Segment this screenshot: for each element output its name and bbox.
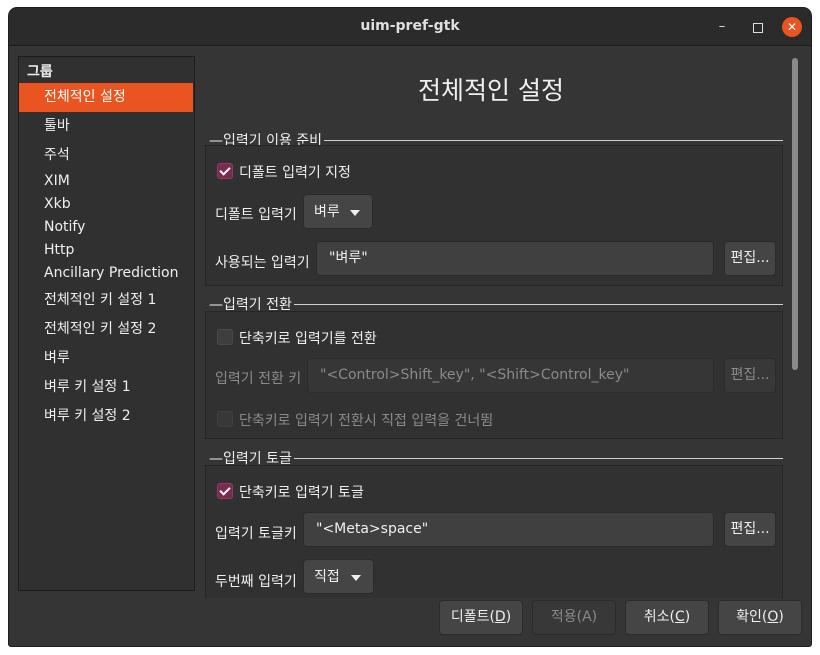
- sidebar-item-global-keys-2[interactable]: 전체적인 키 설정 2: [19, 315, 193, 344]
- sidebar-item-label: 주석: [44, 147, 70, 163]
- skip-direct-checkbox[interactable]: [217, 411, 233, 427]
- default-im-check-label[interactable]: 디폴트 입력기 지정: [239, 162, 351, 182]
- section-switch-panel: 단축키로 입력기를 전환 입력기 전환 키 "<Control>Shift_ke…: [205, 311, 783, 439]
- used-im-edit-button[interactable]: 편집...: [724, 241, 776, 276]
- toggle-key-label: 입력기 토글키: [215, 526, 297, 542]
- second-im-label: 두번째 입력기: [215, 574, 297, 590]
- apply-button[interactable]: 적용(A): [532, 600, 616, 635]
- chevron-down-icon: [351, 575, 361, 581]
- toggle-shortcut-checkbox[interactable]: [217, 483, 233, 499]
- sidebar-item-annotation[interactable]: 주석: [19, 141, 193, 170]
- default-im-label: 디폴트 입력기: [215, 207, 297, 223]
- sidebar-item-byeoru-keys-1[interactable]: 벼루 키 설정 1: [19, 373, 193, 402]
- section-toggle-panel: 단축키로 입력기 토글 입력기 토글키 "<Meta>space" 편집... …: [205, 465, 783, 598]
- cancel-button-end: ): [684, 609, 691, 625]
- ok-button-mnemonic: O: [767, 609, 779, 625]
- used-im-label: 사용되는 입력기: [215, 255, 310, 271]
- sidebar-item-label: 전체적인 키 설정 1: [44, 292, 157, 308]
- toggle-key-edit-button[interactable]: 편집...: [724, 512, 776, 547]
- switch-key-label: 입력기 전환 키: [215, 371, 302, 387]
- switch-key-field[interactable]: "<Control>Shift_key", "<Shift>Control_ke…: [307, 358, 714, 393]
- sidebar-item-label: 전체적인 설정: [44, 89, 126, 105]
- cancel-button-text: 취소(: [643, 609, 675, 625]
- title-bar[interactable]: uim-pref-gtk – ✕: [9, 8, 811, 46]
- sidebar-item-byeoru-keys-2[interactable]: 벼루 키 설정 2: [19, 402, 193, 431]
- sidebar-item-label: XIM: [44, 173, 70, 189]
- default-im-combo[interactable]: 벼루: [303, 194, 373, 229]
- sidebar-item-label: 벼루 키 설정 1: [44, 379, 131, 395]
- sidebar-item-label: 툴바: [44, 118, 70, 134]
- sidebar-item-label: Notify: [44, 219, 86, 235]
- second-im-combo[interactable]: 직접: [303, 559, 374, 594]
- app-window: uim-pref-gtk – ✕ 그룹 전체적인 설정 툴바 주석 XIM Xk…: [9, 8, 811, 646]
- ok-button[interactable]: 확인(O): [718, 600, 802, 635]
- page-title: 전체적인 설정: [418, 76, 564, 105]
- default-im-combo-value: 벼루: [314, 204, 340, 220]
- section-prepare-panel: 디폴트 입력기 지정 디폴트 입력기 벼루 사용되는 입력기 "벼루" 편집..…: [205, 145, 783, 286]
- sidebar-item-label: 벼루: [44, 350, 70, 366]
- second-im-combo-value: 직접: [314, 569, 340, 585]
- maximize-icon: [753, 23, 763, 33]
- sidebar-item-ancillary-prediction[interactable]: Ancillary Prediction: [19, 259, 193, 288]
- defaults-button-text: 디폴트(: [450, 609, 495, 625]
- toggle-shortcut-check-label[interactable]: 단축키로 입력기 토글: [239, 482, 364, 502]
- skip-direct-check-label[interactable]: 단축키로 입력기 전환시 직접 입력을 건너뜀: [239, 410, 493, 430]
- group-list: 그룹 전체적인 설정 툴바 주석 XIM Xkb Notify Http Anc…: [18, 56, 195, 591]
- window-title: uim-pref-gtk: [360, 18, 460, 34]
- cancel-button-mnemonic: C: [674, 609, 685, 625]
- ok-button-text: 확인(: [736, 609, 768, 625]
- sidebar-item-global-keys-1[interactable]: 전체적인 키 설정 1: [19, 286, 193, 315]
- chevron-down-icon: [350, 210, 360, 216]
- group-list-header: 그룹: [27, 64, 53, 80]
- close-button[interactable]: ✕: [782, 17, 802, 37]
- settings-content: 전체적인 설정 —입력기 이용 준비 디폴트 입력기 지정 디폴트 입력기 벼루…: [193, 53, 789, 598]
- default-im-checkbox[interactable]: [217, 163, 233, 179]
- sidebar-item-toolbar[interactable]: 툴바: [19, 112, 193, 141]
- maximize-button[interactable]: [748, 17, 768, 37]
- sidebar-item-label: 전체적인 키 설정 2: [44, 321, 157, 337]
- sidebar-item-label: Ancillary Prediction: [44, 265, 179, 281]
- ok-button-end: ): [778, 609, 784, 625]
- sidebar-item-label: Xkb: [44, 196, 71, 212]
- sidebar-item-byeoru[interactable]: 벼루: [19, 344, 193, 373]
- sidebar-item-global-settings[interactable]: 전체적인 설정: [19, 83, 193, 112]
- defaults-button[interactable]: 디폴트(D): [439, 600, 523, 635]
- defaults-button-end: ): [505, 609, 512, 625]
- sidebar-item-label: Http: [44, 242, 75, 258]
- minimize-button[interactable]: –: [712, 17, 732, 37]
- switch-shortcut-checkbox[interactable]: [217, 329, 233, 345]
- defaults-button-mnemonic: D: [494, 609, 506, 625]
- used-im-field[interactable]: "벼루": [316, 241, 714, 276]
- switch-shortcut-check-label[interactable]: 단축키로 입력기를 전환: [239, 328, 377, 348]
- sidebar-item-label: 벼루 키 설정 2: [44, 408, 131, 424]
- cancel-button[interactable]: 취소(C): [625, 600, 709, 635]
- switch-key-edit-button[interactable]: 편집...: [724, 358, 776, 393]
- vertical-scrollbar[interactable]: [792, 58, 798, 370]
- toggle-key-field[interactable]: "<Meta>space": [303, 512, 714, 547]
